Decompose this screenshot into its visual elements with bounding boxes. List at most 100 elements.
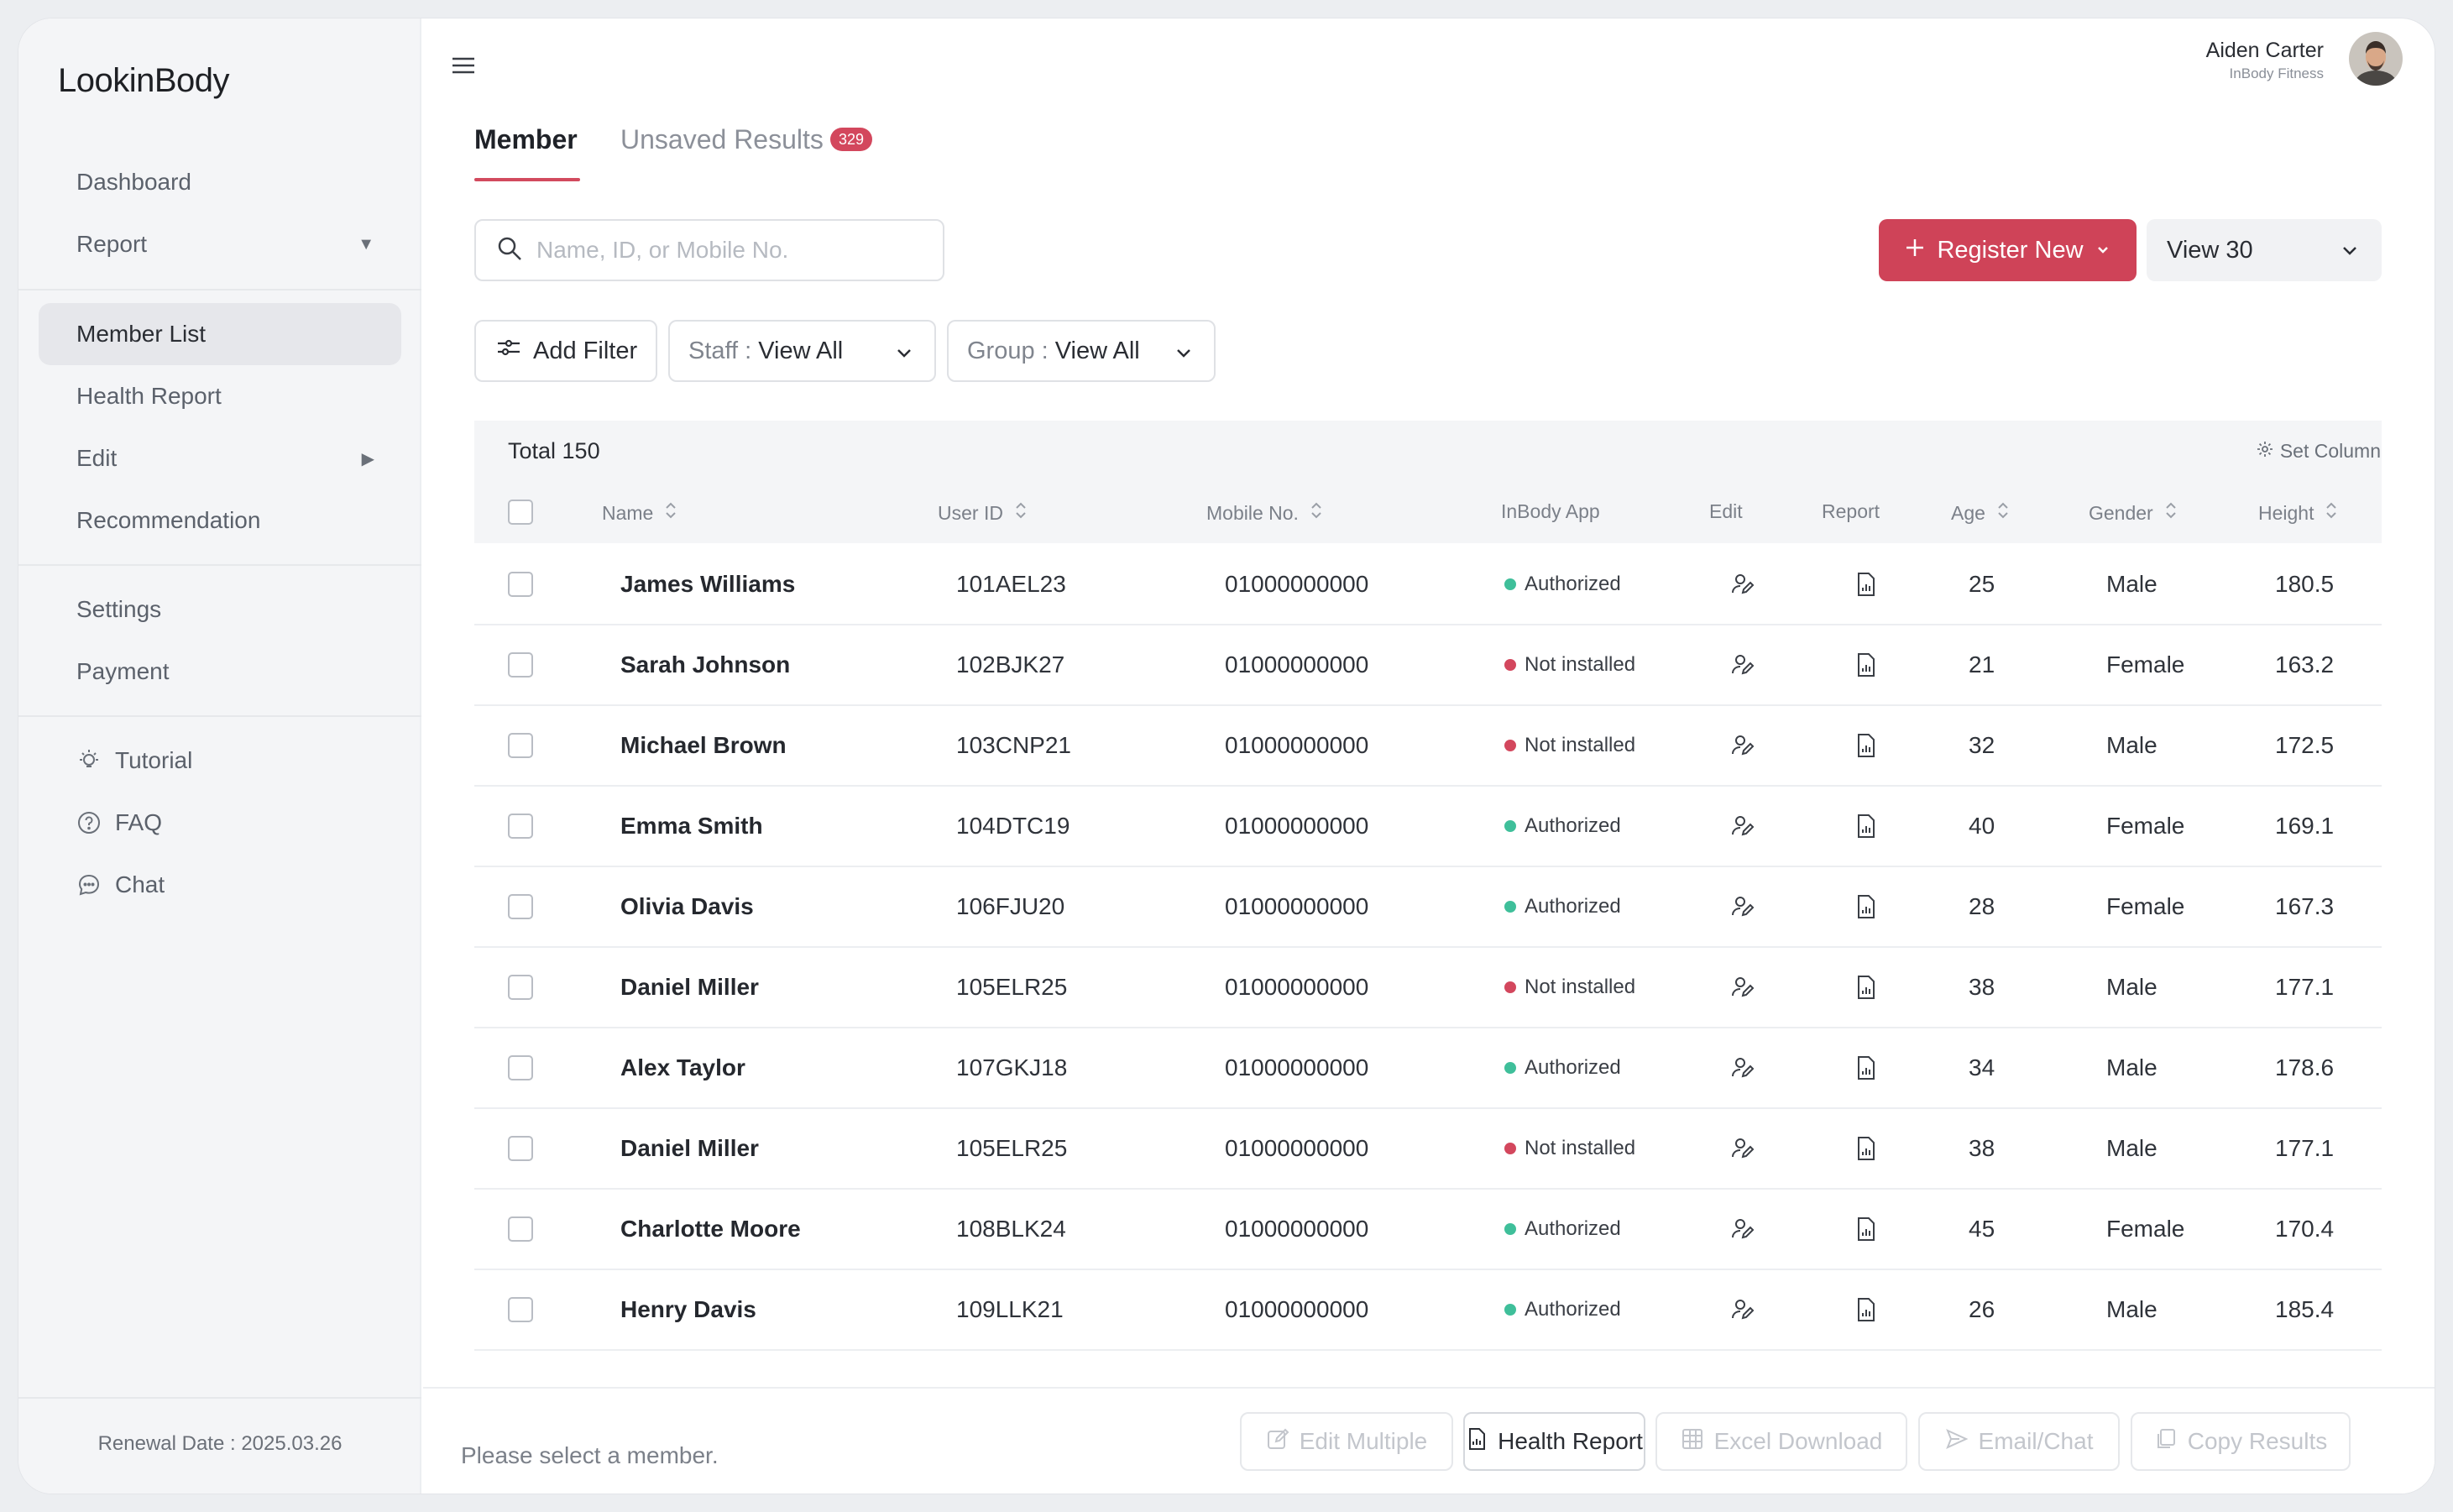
edit-member-icon[interactable]	[1730, 948, 1755, 1027]
member-name[interactable]: James Williams	[620, 545, 795, 624]
user-name[interactable]: Aiden Carter	[2206, 39, 2324, 63]
group-filter-dropdown[interactable]: Group : View All	[947, 320, 1216, 382]
row-checkbox[interactable]	[508, 1055, 533, 1080]
copy-results-label: Copy Results	[2187, 1428, 2328, 1454]
report-file-icon[interactable]	[1855, 1190, 1877, 1269]
sidebar-item-member-list[interactable]: Member List	[39, 303, 401, 365]
report-file-icon[interactable]	[1855, 545, 1877, 624]
excel-download-button[interactable]: Excel Download	[1655, 1412, 1907, 1471]
select-all-checkbox[interactable]	[508, 500, 533, 525]
member-name[interactable]: Emma Smith	[620, 787, 763, 866]
app-status-label: Not installed	[1525, 653, 1636, 676]
edit-member-icon[interactable]	[1730, 1270, 1755, 1349]
edit-member-icon[interactable]	[1730, 867, 1755, 946]
sidebar-item-dashboard[interactable]: Dashboard	[39, 151, 401, 213]
member-name[interactable]: Michael Brown	[620, 706, 787, 785]
avatar[interactable]	[2349, 32, 2403, 86]
row-checkbox[interactable]	[508, 894, 533, 919]
edit-member-icon[interactable]	[1730, 787, 1755, 866]
table-row[interactable]: Emma Smith 104DTC19 01000000000 Authorized 4…	[474, 787, 2382, 867]
report-file-icon[interactable]	[1855, 625, 1877, 704]
edit-member-icon[interactable]	[1730, 1028, 1755, 1107]
user-id: 108BLK24	[956, 1216, 1066, 1242]
view-count-select[interactable]: View 30	[2147, 219, 2382, 281]
plus-icon	[1905, 237, 1925, 264]
member-name[interactable]: Olivia Davis	[620, 867, 754, 946]
search-box[interactable]	[474, 219, 944, 281]
table-row[interactable]: Olivia Davis 106FJU20 01000000000 Authorize…	[474, 867, 2382, 948]
column-header-mobile[interactable]: Mobile No.	[1206, 500, 1322, 526]
height: 167.3	[2275, 893, 2335, 919]
total-count: Total 150	[508, 438, 600, 463]
sidebar-item-tutorial[interactable]: Tutorial	[39, 730, 401, 792]
column-header-user-id[interactable]: User ID	[938, 500, 1027, 526]
email-chat-button[interactable]: Email/Chat	[1918, 1412, 2120, 1471]
edit-member-icon[interactable]	[1730, 625, 1755, 704]
column-header-age[interactable]: Age	[1951, 500, 2009, 526]
table-row[interactable]: Daniel Miller 105ELR25 01000000000 Not inst…	[474, 948, 2382, 1028]
tab-unsaved-results[interactable]: Unsaved Results	[620, 124, 824, 155]
sidebar-item-report[interactable]: Report ▼	[39, 213, 401, 275]
column-label: Age	[1951, 501, 1985, 524]
staff-filter-dropdown[interactable]: Staff : View All	[668, 320, 936, 382]
report-file-icon[interactable]	[1855, 948, 1877, 1027]
register-new-button[interactable]: Register New	[1879, 219, 2137, 281]
member-name[interactable]: Daniel Miller	[620, 948, 759, 1027]
edit-member-icon[interactable]	[1730, 545, 1755, 624]
menu-icon[interactable]	[451, 55, 476, 76]
report-file-icon[interactable]	[1855, 787, 1877, 866]
row-checkbox[interactable]	[508, 975, 533, 1000]
sidebar-item-faq[interactable]: FAQ	[39, 792, 401, 854]
table-row[interactable]: Sarah Johnson 102BJK27 01000000000 Not inst…	[474, 625, 2382, 706]
sidebar-item-recommendation[interactable]: Recommendation	[39, 489, 401, 552]
edit-member-icon[interactable]	[1730, 1109, 1755, 1188]
group-filter-label: Group :	[967, 337, 1049, 364]
member-name[interactable]: Alex Taylor	[620, 1028, 745, 1107]
report-file-icon[interactable]	[1855, 706, 1877, 785]
edit-multiple-button[interactable]: Edit Multiple	[1240, 1412, 1453, 1471]
set-column-button[interactable]: Set Column	[2257, 440, 2381, 463]
column-header-name[interactable]: Name	[602, 500, 677, 526]
row-checkbox[interactable]	[508, 652, 533, 678]
health-report-button[interactable]: Health Report	[1463, 1412, 1645, 1471]
report-file-icon[interactable]	[1855, 1028, 1877, 1107]
table-row[interactable]: Michael Brown 103CNP21 01000000000 Not inst…	[474, 706, 2382, 787]
member-name[interactable]: Daniel Miller	[620, 1109, 759, 1188]
selection-hint: Please select a member.	[461, 1442, 719, 1468]
sidebar-item-edit[interactable]: Edit ▶	[39, 427, 401, 489]
table-row[interactable]: Henry Davis 109LLK21 01000000000 Authorized…	[474, 1270, 2382, 1351]
sidebar-item-health-report[interactable]: Health Report	[39, 365, 401, 427]
sidebar-item-settings[interactable]: Settings	[39, 578, 401, 641]
column-header-height[interactable]: Height	[2258, 500, 2337, 526]
edit-member-icon[interactable]	[1730, 706, 1755, 785]
table-row[interactable]: Charlotte Moore 108BLK24 01000000000 Author…	[474, 1190, 2382, 1270]
row-checkbox[interactable]	[508, 1297, 533, 1322]
copy-results-button[interactable]: Copy Results	[2131, 1412, 2351, 1471]
member-name[interactable]: Sarah Johnson	[620, 625, 790, 704]
column-header-gender[interactable]: Gender	[2089, 500, 2177, 526]
tab-member[interactable]: Member	[474, 124, 578, 155]
add-filter-button[interactable]: Add Filter	[474, 320, 657, 382]
row-checkbox[interactable]	[508, 814, 533, 839]
search-input[interactable]	[536, 237, 923, 264]
row-checkbox[interactable]	[508, 572, 533, 597]
member-name[interactable]: Henry Davis	[620, 1270, 756, 1349]
sidebar-item-payment[interactable]: Payment	[39, 641, 401, 703]
report-file-icon[interactable]	[1855, 1109, 1877, 1188]
sidebar-item-chat[interactable]: Chat	[39, 854, 401, 916]
height: 180.5	[2275, 571, 2335, 597]
row-checkbox[interactable]	[508, 733, 533, 758]
report-file-icon[interactable]	[1855, 1270, 1877, 1349]
chevron-down-icon	[1174, 342, 1194, 369]
copy-icon	[2154, 1427, 2178, 1457]
table-row[interactable]: James Williams 101AEL23 01000000000 Authori…	[474, 545, 2382, 625]
report-file-icon[interactable]	[1855, 867, 1877, 946]
user-id: 109LLK21	[956, 1296, 1064, 1322]
edit-member-icon[interactable]	[1730, 1190, 1755, 1269]
table-row[interactable]: Alex Taylor 107GKJ18 01000000000 Authorized…	[474, 1028, 2382, 1109]
column-header-report: Report	[1822, 500, 1880, 523]
row-checkbox[interactable]	[508, 1216, 533, 1242]
table-row[interactable]: Daniel Miller 105ELR25 01000000000 Not inst…	[474, 1109, 2382, 1190]
row-checkbox[interactable]	[508, 1136, 533, 1161]
member-name[interactable]: Charlotte Moore	[620, 1190, 801, 1269]
